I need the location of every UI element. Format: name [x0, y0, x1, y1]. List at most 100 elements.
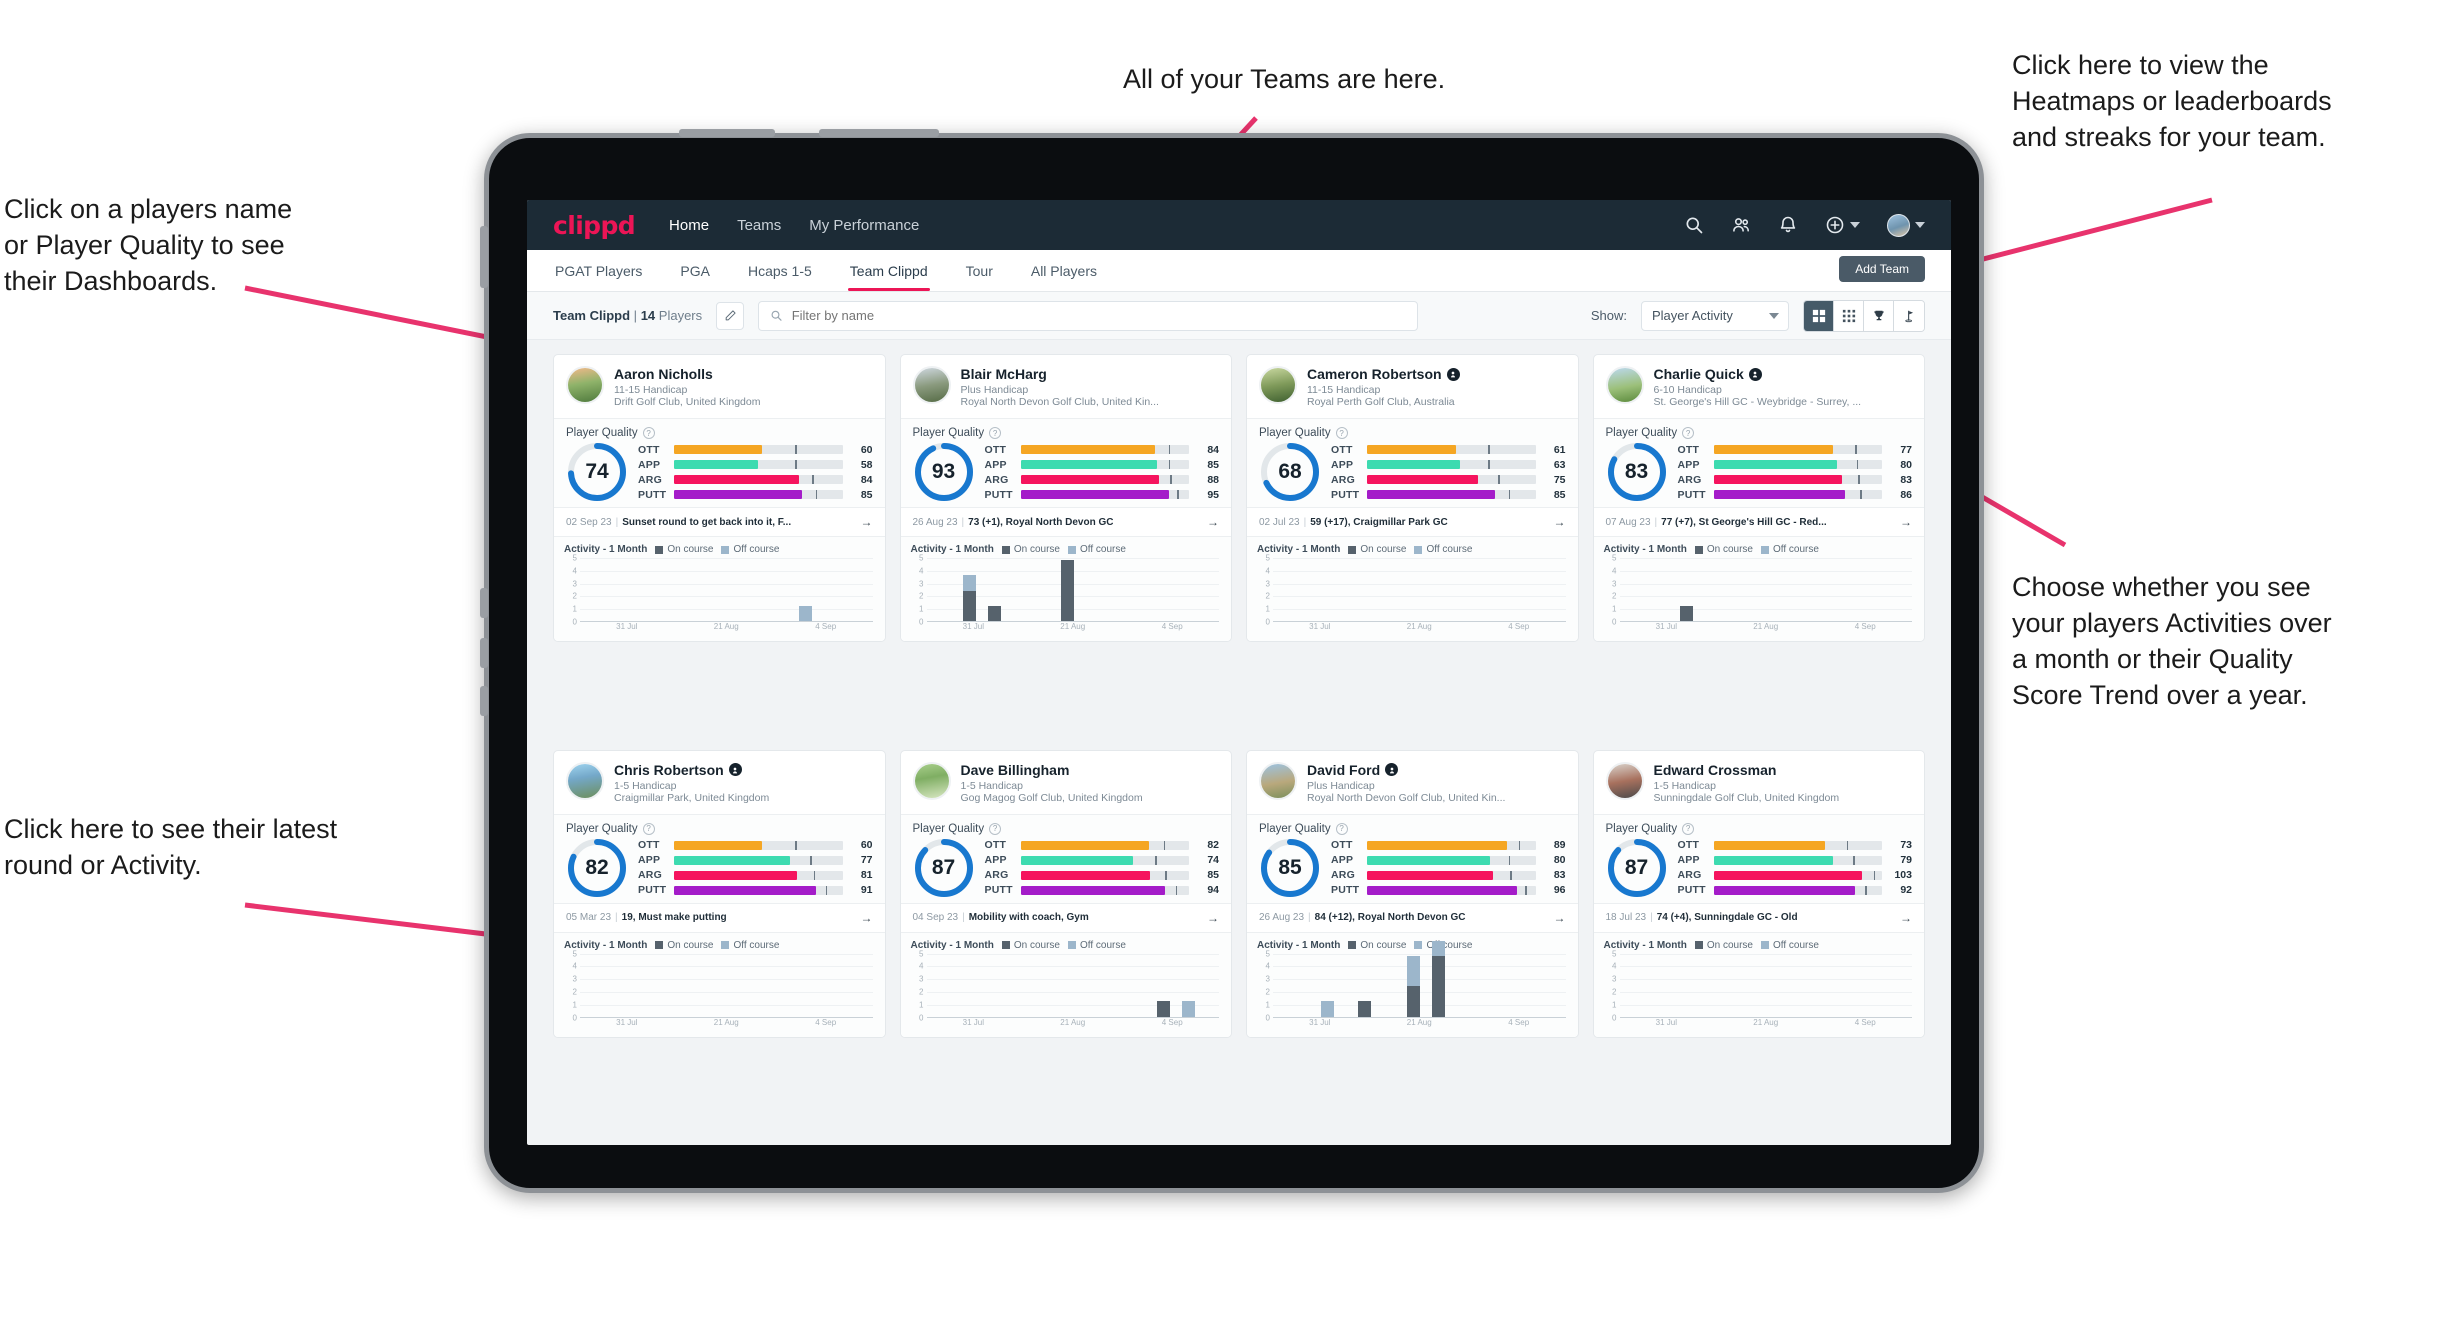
people-icon[interactable]	[1731, 215, 1751, 235]
help-icon[interactable]: ?	[1682, 822, 1695, 835]
player-quality-section[interactable]: Player Quality? 87 OTT 82 APP 74 ARG 85 PUTT 94	[900, 813, 1231, 903]
user-menu-button[interactable]	[1887, 213, 1925, 237]
player-name[interactable]: David Ford	[1307, 762, 1380, 778]
player-name[interactable]: Aaron Nicholls	[614, 366, 713, 382]
edit-team-button[interactable]	[716, 301, 745, 330]
plus-circle-icon[interactable]	[1825, 215, 1845, 235]
player-quality-section[interactable]: Player Quality? 82 OTT 60 APP 77 ARG 81 PUTT 91	[554, 813, 885, 903]
player-card[interactable]: Chris Robertson 1-5 Handicap Craigmillar P…	[553, 749, 886, 1038]
player-quality-section[interactable]: Player Quality? 68 OTT 61 APP 63 ARG 75 PUTT 85	[1247, 418, 1578, 507]
avatar[interactable]	[566, 761, 604, 800]
tab-all-players[interactable]: All Players	[1029, 250, 1099, 291]
trophy-view-button[interactable]	[1864, 300, 1894, 331]
avatar[interactable]	[1259, 366, 1297, 404]
avatar[interactable]	[1887, 213, 1910, 237]
latest-round-row[interactable]: 05 Mar 23 | 19, Must make putting →	[554, 902, 885, 932]
tab-pga[interactable]: PGA	[678, 250, 712, 291]
latest-round-row[interactable]: 26 Aug 23 | 84 (+12), Royal North Devon GC…	[1247, 902, 1578, 932]
arrow-right-icon[interactable]: →	[1900, 515, 1912, 529]
show-select[interactable]: Player Activity	[1641, 300, 1789, 331]
help-icon[interactable]: ?	[1682, 427, 1695, 439]
player-card-header[interactable]: Edward Crossman 1-5 Handicap Sunningdale G…	[1594, 751, 1925, 814]
player-card-header[interactable]: Blair McHarg Plus Handicap Royal North Dev…	[901, 355, 1232, 418]
arrow-right-icon[interactable]: →	[1207, 515, 1219, 529]
player-card-header[interactable]: Chris Robertson 1-5 Handicap Craigmillar P…	[554, 751, 885, 814]
tab-pgat-players[interactable]: PGAT Players	[553, 250, 644, 291]
arrow-right-icon[interactable]: →	[861, 515, 873, 529]
player-quality-section[interactable]: Player Quality? 74 OTT 60 APP 58 ARG 84 PUTT 85	[554, 418, 885, 507]
bell-icon[interactable]	[1778, 215, 1798, 235]
player-quality-section[interactable]: Player Quality? 85 OTT 89 APP 80 ARG 83 PUTT 96	[1247, 813, 1578, 903]
player-card[interactable]: Cameron Robertson 11-15 Handicap Royal Per…	[1246, 354, 1579, 642]
tab-hcaps-1-5[interactable]: Hcaps 1-5	[746, 250, 814, 291]
player-name-row[interactable]: Cameron Robertson	[1307, 366, 1460, 382]
player-name-row[interactable]: Aaron Nicholls	[614, 366, 760, 382]
player-card-header[interactable]: David Ford Plus Handicap Royal North Devon…	[1247, 751, 1578, 814]
search-icon[interactable]	[1684, 215, 1704, 235]
player-name[interactable]: Dave Billingham	[961, 762, 1070, 778]
player-name[interactable]: Blair McHarg	[961, 366, 1047, 382]
flag-view-button[interactable]	[1894, 300, 1924, 331]
player-name[interactable]: Charlie Quick	[1654, 366, 1744, 382]
help-icon[interactable]: ?	[989, 822, 1002, 835]
arrow-right-icon[interactable]: →	[861, 911, 873, 925]
player-card-header[interactable]: Aaron Nicholls 11-15 Handicap Drift Golf C…	[554, 355, 885, 418]
player-name-row[interactable]: Charlie Quick	[1654, 366, 1862, 382]
grid-large-view-button[interactable]	[1804, 300, 1834, 331]
help-icon[interactable]: ?	[642, 822, 655, 835]
add-menu-button[interactable]	[1825, 215, 1860, 235]
player-quality-section[interactable]: Player Quality? 83 OTT 77 APP 80 ARG 83 PUTT 86	[1593, 418, 1924, 507]
avatar[interactable]	[566, 366, 604, 404]
latest-round-row[interactable]: 04 Sep 23 | Mobility with coach, Gym →	[900, 902, 1231, 932]
grid-small-view-button[interactable]	[1834, 300, 1864, 331]
player-name-row[interactable]: Edward Crossman	[1654, 762, 1840, 778]
clippd-logo[interactable]: clippd	[553, 211, 636, 240]
help-icon[interactable]: ?	[1335, 822, 1348, 835]
player-name-row[interactable]: Chris Robertson	[614, 762, 769, 778]
player-card[interactable]: Blair McHarg Plus Handicap Royal North Dev…	[899, 354, 1232, 642]
latest-round-row[interactable]: 02 Jul 23 | 59 (+17), Craigmillar Park GC →	[1247, 507, 1578, 536]
arrow-right-icon[interactable]: →	[1900, 911, 1912, 925]
player-quality-section[interactable]: Player Quality? 93 OTT 84 APP 85 ARG 88 PUTT 95	[900, 418, 1231, 507]
avatar[interactable]	[1605, 761, 1644, 800]
nav-link-my-performance[interactable]: My Performance	[809, 217, 919, 234]
chart-bar-slot	[1035, 954, 1047, 1017]
player-name[interactable]: Cameron Robertson	[1307, 366, 1442, 382]
player-card-header[interactable]: Dave Billingham 1-5 Handicap Gog Magog Gol…	[901, 751, 1232, 814]
player-name[interactable]: Edward Crossman	[1654, 762, 1777, 778]
latest-round-row[interactable]: 07 Aug 23 | 77 (+7), St George's Hill GC -…	[1593, 507, 1924, 536]
player-card[interactable]: Charlie Quick 6-10 Handicap St. George's H…	[1592, 354, 1925, 642]
latest-round-row[interactable]: 02 Sep 23 | Sunset round to get back into …	[554, 507, 885, 536]
avatar[interactable]	[912, 366, 951, 404]
arrow-right-icon[interactable]: →	[1207, 911, 1219, 925]
nav-link-home[interactable]: Home	[669, 217, 709, 234]
player-card[interactable]: Edward Crossman 1-5 Handicap Sunningdale G…	[1592, 749, 1925, 1038]
player-card-header[interactable]: Cameron Robertson 11-15 Handicap Royal Per…	[1247, 355, 1578, 418]
player-card[interactable]: Dave Billingham 1-5 Handicap Gog Magog Gol…	[899, 749, 1232, 1038]
player-card[interactable]: David Ford Plus Handicap Royal North Devon…	[1246, 749, 1579, 1038]
player-quality-section[interactable]: Player Quality? 87 OTT 73 APP 79 ARG 103 PUTT 92	[1593, 813, 1924, 903]
avatar[interactable]	[1259, 761, 1297, 800]
avatar[interactable]	[912, 761, 951, 800]
help-icon[interactable]: ?	[989, 427, 1002, 439]
player-card[interactable]: Aaron Nicholls 11-15 Handicap Drift Golf C…	[553, 354, 886, 642]
tab-tour[interactable]: Tour	[964, 250, 995, 291]
avatar[interactable]	[1605, 366, 1644, 404]
search-field[interactable]	[758, 300, 1419, 331]
player-card-header[interactable]: Charlie Quick 6-10 Handicap St. George's H…	[1594, 355, 1925, 418]
player-name-row[interactable]: Dave Billingham	[961, 762, 1143, 778]
latest-round-row[interactable]: 18 Jul 23 | 74 (+4), Sunningdale GC - Old →	[1593, 902, 1924, 932]
arrow-right-icon[interactable]: →	[1554, 515, 1566, 529]
help-icon[interactable]: ?	[1335, 427, 1348, 439]
player-name-row[interactable]: David Ford	[1307, 762, 1505, 778]
nav-link-teams[interactable]: Teams	[737, 217, 781, 234]
add-team-button[interactable]: Add Team	[1839, 256, 1925, 282]
metric-value: 77	[860, 854, 873, 866]
latest-round-row[interactable]: 26 Aug 23 | 73 (+1), Royal North Devon GC →	[900, 507, 1231, 536]
search-input[interactable]	[791, 308, 1407, 323]
arrow-right-icon[interactable]: →	[1554, 911, 1566, 925]
tab-team-clippd[interactable]: Team Clippd	[847, 250, 930, 291]
player-name-row[interactable]: Blair McHarg	[961, 366, 1159, 382]
player-name[interactable]: Chris Robertson	[614, 762, 724, 778]
help-icon[interactable]: ?	[642, 427, 655, 439]
